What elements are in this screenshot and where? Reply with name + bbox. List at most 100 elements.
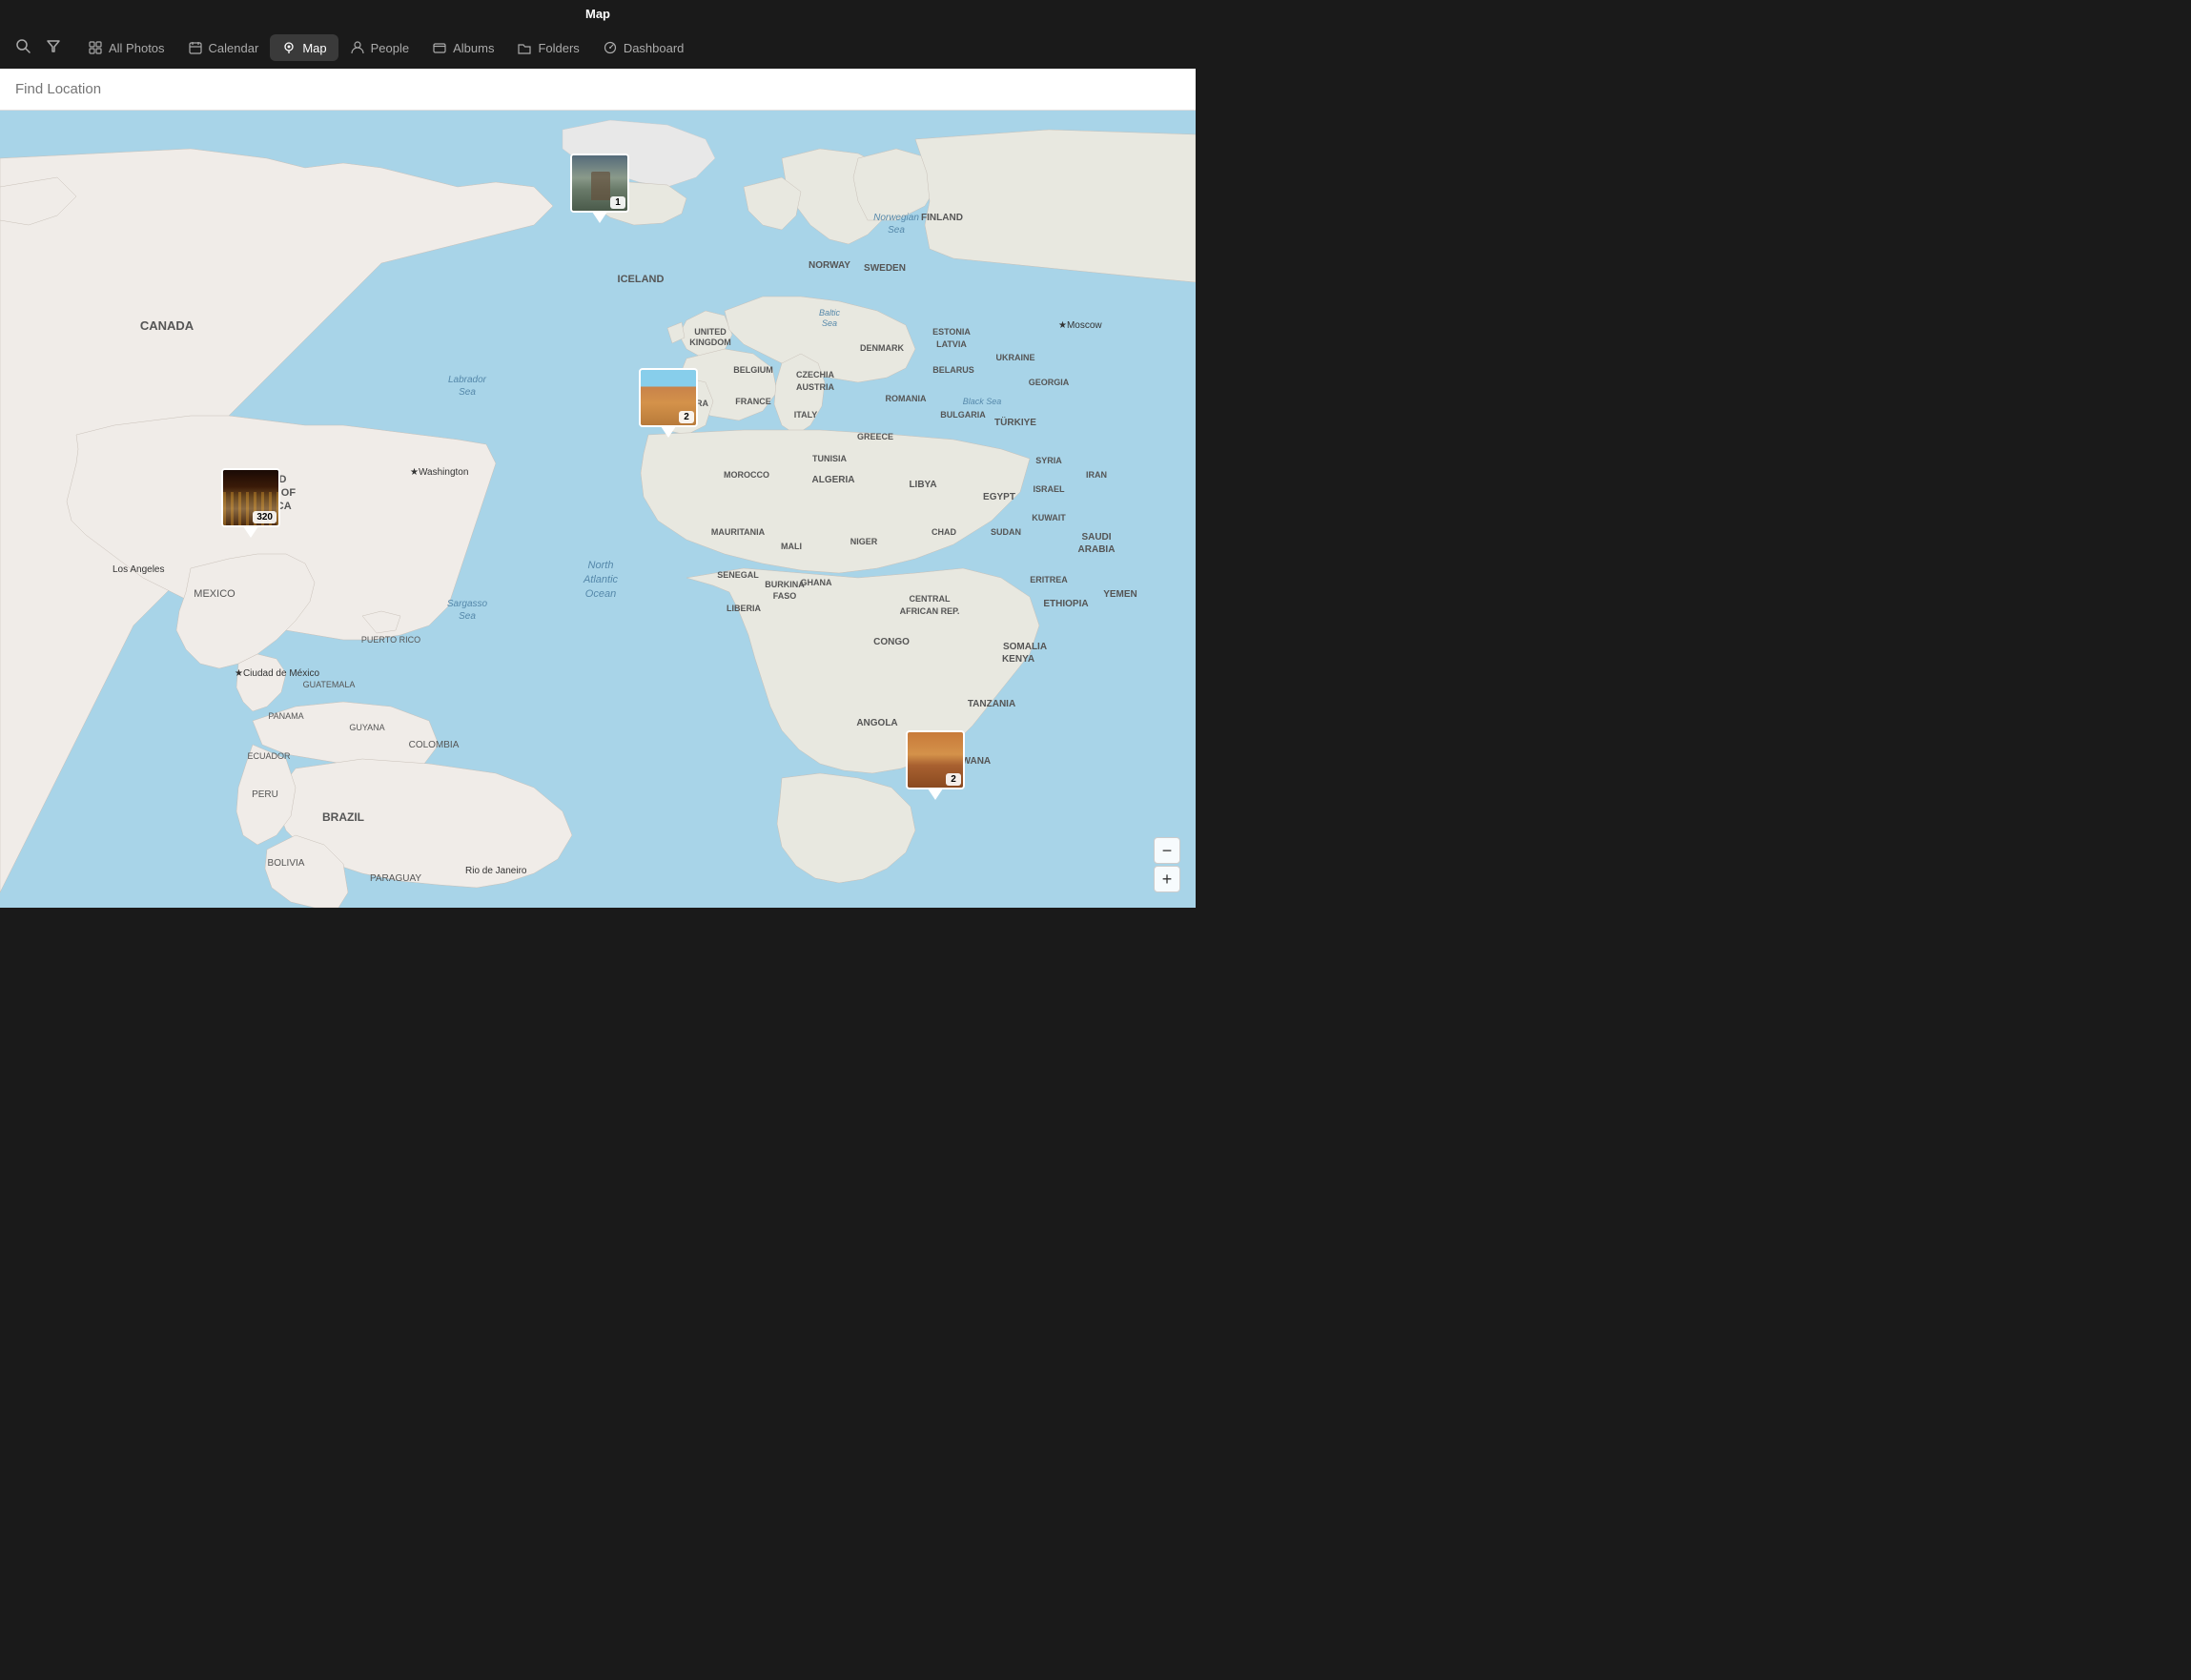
photo-count-iceland: 1 bbox=[610, 196, 625, 209]
svg-text:Rio de Janeiro: Rio de Janeiro bbox=[465, 866, 527, 876]
svg-text:MALI: MALI bbox=[781, 542, 802, 551]
svg-text:ERITREA: ERITREA bbox=[1030, 575, 1068, 584]
svg-text:GREECE: GREECE bbox=[857, 432, 893, 441]
tab-people-label: People bbox=[371, 41, 409, 55]
toolbar-left bbox=[4, 34, 72, 62]
svg-text:TÜRKIYE: TÜRKIYE bbox=[994, 416, 1036, 428]
svg-text:Baltic: Baltic bbox=[819, 308, 841, 318]
svg-text:UNITED: UNITED bbox=[694, 327, 727, 337]
photo-count-morocco: 2 bbox=[679, 411, 694, 423]
calendar-icon bbox=[188, 40, 203, 55]
svg-text:GEORGIA: GEORGIA bbox=[1029, 378, 1070, 387]
dashboard-icon bbox=[603, 40, 618, 55]
svg-text:PANAMA: PANAMA bbox=[268, 711, 303, 721]
tab-albums[interactable]: Albums bbox=[420, 34, 505, 61]
svg-text:Sea: Sea bbox=[459, 611, 476, 622]
svg-text:MAURITANIA: MAURITANIA bbox=[711, 527, 766, 537]
svg-text:SYRIA: SYRIA bbox=[1035, 456, 1062, 465]
svg-text:COLOMBIA: COLOMBIA bbox=[409, 740, 460, 750]
svg-text:KENYA: KENYA bbox=[1002, 654, 1034, 665]
svg-text:GHANA: GHANA bbox=[801, 578, 832, 587]
map-svg: North Atlantic Ocean Labrador Sea Sargas… bbox=[0, 111, 1196, 908]
photo-thumbnail-morocco: 2 bbox=[639, 368, 698, 427]
svg-text:PUERTO RICO: PUERTO RICO bbox=[361, 635, 420, 645]
svg-text:YEMEN: YEMEN bbox=[1103, 589, 1137, 600]
titlebar: Map bbox=[0, 0, 1196, 27]
svg-text:Sea: Sea bbox=[459, 387, 476, 398]
svg-text:ICELAND: ICELAND bbox=[618, 274, 665, 285]
pin-pointer-morocco bbox=[661, 426, 676, 438]
photo-thumbnail-botswana: 2 bbox=[906, 730, 965, 789]
svg-text:KUWAIT: KUWAIT bbox=[1032, 513, 1066, 522]
map-icon bbox=[281, 40, 297, 55]
svg-text:CZECHIA: CZECHIA bbox=[796, 370, 834, 379]
filter-icon[interactable] bbox=[42, 34, 65, 62]
folder-icon bbox=[517, 40, 532, 55]
map-container[interactable]: North Atlantic Ocean Labrador Sea Sargas… bbox=[0, 111, 1196, 908]
svg-text:BURKINA: BURKINA bbox=[765, 580, 805, 589]
photo-pin-botswana[interactable]: 2 bbox=[906, 730, 965, 800]
zoom-controls: − + bbox=[1154, 837, 1180, 892]
svg-text:SUDAN: SUDAN bbox=[991, 527, 1021, 537]
svg-text:MEXICO: MEXICO bbox=[194, 588, 235, 600]
tab-calendar-label: Calendar bbox=[209, 41, 259, 55]
svg-text:LIBYA: LIBYA bbox=[909, 480, 936, 490]
tabbar: All Photos Calendar bbox=[72, 27, 1192, 69]
photo-pin-morocco[interactable]: 2 bbox=[639, 368, 698, 438]
svg-text:ARABIA: ARABIA bbox=[1078, 544, 1116, 555]
svg-text:IRAN: IRAN bbox=[1086, 470, 1107, 480]
svg-text:CONGO: CONGO bbox=[873, 637, 910, 647]
pin-pointer-iceland bbox=[592, 212, 607, 223]
photo-thumbnail-iceland: 1 bbox=[570, 154, 629, 213]
photo-pin-iceland[interactable]: 1 bbox=[570, 154, 629, 223]
tab-map[interactable]: Map bbox=[270, 34, 338, 61]
svg-text:AUSTRIA: AUSTRIA bbox=[796, 382, 834, 392]
svg-text:EGYPT: EGYPT bbox=[983, 492, 1015, 502]
svg-text:SOMALIA: SOMALIA bbox=[1003, 642, 1047, 652]
svg-text:BELARUS: BELARUS bbox=[932, 365, 974, 375]
tab-people[interactable]: People bbox=[338, 34, 420, 61]
svg-text:DENMARK: DENMARK bbox=[860, 343, 904, 353]
svg-text:Atlantic: Atlantic bbox=[583, 574, 619, 585]
svg-text:SAUDI: SAUDI bbox=[1081, 532, 1111, 543]
photo-thumbnail-mexico: 320 bbox=[221, 468, 280, 527]
svg-text:TUNISIA: TUNISIA bbox=[812, 454, 848, 463]
svg-text:ITALY: ITALY bbox=[794, 410, 818, 420]
tab-dashboard[interactable]: Dashboard bbox=[591, 34, 696, 61]
svg-text:GUATEMALA: GUATEMALA bbox=[303, 680, 356, 689]
tab-folders-label: Folders bbox=[538, 41, 579, 55]
photo-count-mexico: 320 bbox=[253, 511, 276, 523]
tab-all-photos[interactable]: All Photos bbox=[76, 34, 176, 61]
svg-text:ECUADOR: ECUADOR bbox=[247, 751, 291, 761]
search-bar bbox=[0, 69, 1196, 111]
svg-text:Labrador: Labrador bbox=[448, 375, 487, 385]
svg-text:★Ciudad de México: ★Ciudad de México bbox=[235, 668, 319, 679]
svg-text:CENTRAL: CENTRAL bbox=[910, 594, 951, 604]
tab-folders[interactable]: Folders bbox=[505, 34, 590, 61]
svg-text:Los Angeles: Los Angeles bbox=[113, 564, 165, 575]
svg-text:SENEGAL: SENEGAL bbox=[717, 570, 759, 580]
svg-text:NIGER: NIGER bbox=[850, 537, 878, 546]
search-input[interactable] bbox=[15, 81, 1180, 97]
svg-text:BELGIUM: BELGIUM bbox=[733, 365, 773, 375]
tab-calendar[interactable]: Calendar bbox=[176, 34, 271, 61]
zoom-in-button[interactable]: + bbox=[1154, 866, 1180, 892]
search-icon[interactable] bbox=[11, 34, 34, 62]
tab-map-label: Map bbox=[302, 41, 326, 55]
person-icon bbox=[350, 40, 365, 55]
svg-text:Sea: Sea bbox=[822, 318, 837, 328]
svg-text:KINGDOM: KINGDOM bbox=[689, 338, 731, 347]
svg-text:★Washington: ★Washington bbox=[410, 467, 468, 478]
photo-pin-mexico[interactable]: 320 bbox=[221, 468, 280, 538]
svg-text:BOLIVIA: BOLIVIA bbox=[268, 858, 305, 869]
svg-text:Ocean: Ocean bbox=[585, 588, 616, 600]
svg-text:UKRAINE: UKRAINE bbox=[995, 353, 1034, 362]
zoom-out-button[interactable]: − bbox=[1154, 837, 1180, 864]
svg-text:CHAD: CHAD bbox=[932, 527, 956, 537]
svg-text:ISRAEL: ISRAEL bbox=[1033, 484, 1065, 494]
tab-all-photos-label: All Photos bbox=[109, 41, 165, 55]
tab-dashboard-label: Dashboard bbox=[624, 41, 685, 55]
svg-text:Norwegian: Norwegian bbox=[873, 213, 919, 223]
pin-pointer-mexico bbox=[243, 526, 258, 538]
pin-pointer-botswana bbox=[928, 789, 943, 800]
